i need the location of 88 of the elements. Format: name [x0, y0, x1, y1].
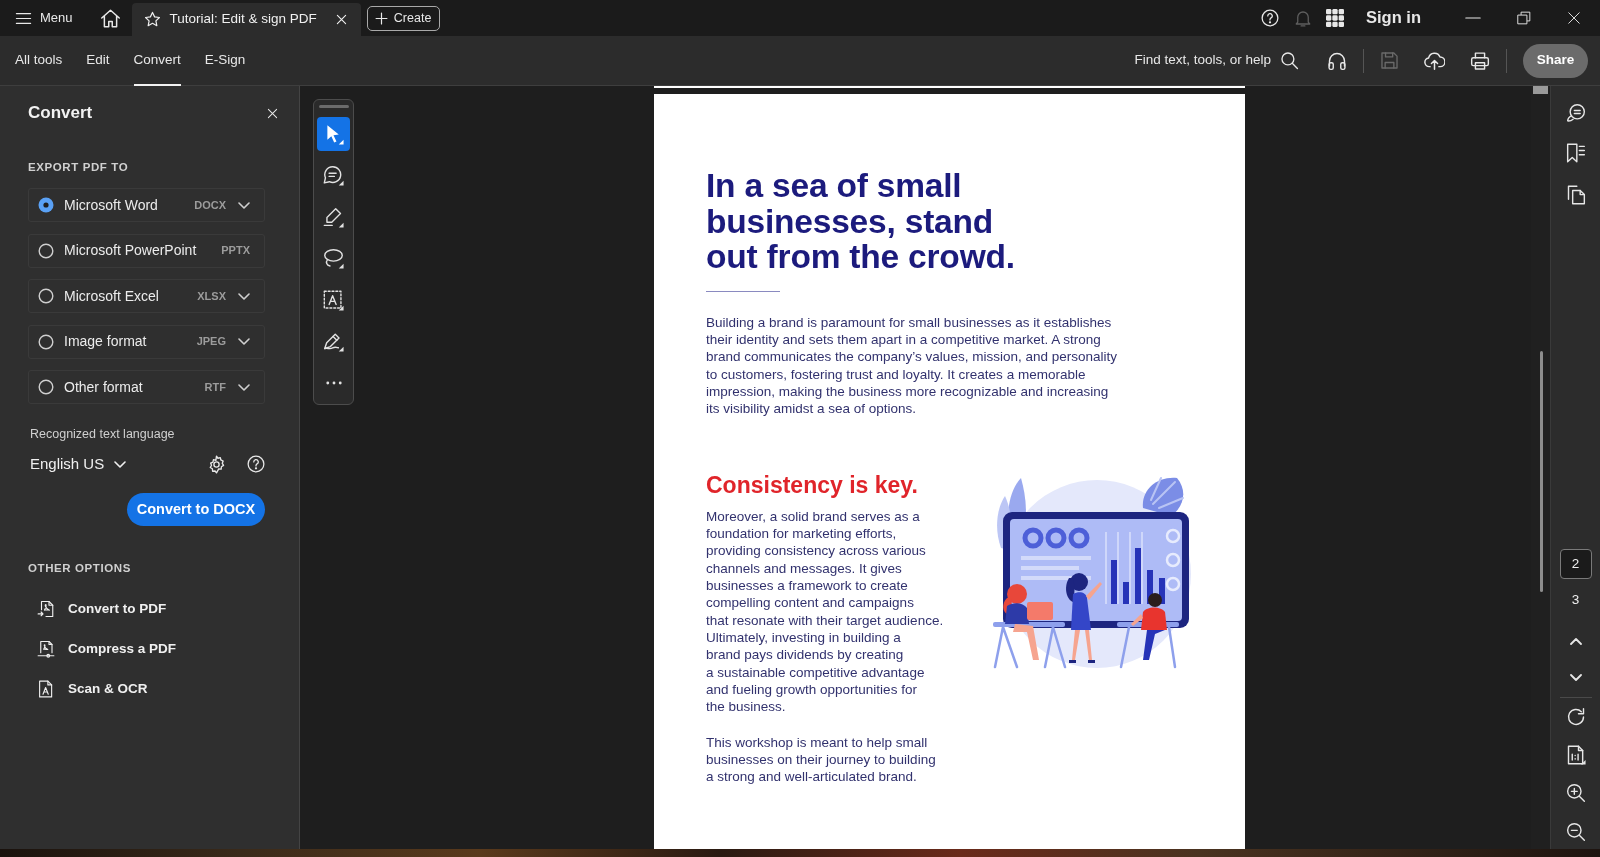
- select-tool[interactable]: [317, 117, 350, 151]
- file-extension: RTF: [204, 379, 226, 395]
- format-label: Other format: [64, 377, 143, 397]
- share-button[interactable]: Share: [1523, 43, 1588, 78]
- actual-size-icon[interactable]: [1565, 745, 1586, 765]
- section-heading: Consistency is key.: [706, 470, 919, 499]
- chevron-down-icon[interactable]: [238, 383, 250, 391]
- sign-in-button[interactable]: Sign in: [1366, 8, 1421, 28]
- chevron-down-icon[interactable]: [238, 292, 250, 300]
- rotate-icon[interactable]: [1565, 707, 1586, 727]
- format-label: Microsoft Excel: [64, 286, 159, 306]
- home-icon[interactable]: [99, 7, 121, 29]
- export-format-option[interactable]: Image format JPEG: [28, 324, 265, 359]
- field-label: Recognized text language: [30, 426, 176, 443]
- headphones-icon[interactable]: [1327, 50, 1347, 71]
- settings-icon[interactable]: [207, 454, 226, 474]
- document-tab[interactable]: Tutorial: Edit & sign PDF: [131, 3, 361, 36]
- toolbar-tab[interactable]: E-Sign: [204, 35, 246, 86]
- help-icon[interactable]: [1261, 9, 1279, 27]
- cloud-upload-icon[interactable]: [1424, 50, 1445, 71]
- export-format-option[interactable]: Other format RTF: [28, 370, 265, 404]
- option-item[interactable]: Convert to PDF: [28, 589, 278, 629]
- radio-button[interactable]: [38, 379, 54, 395]
- section-label: EXPORT PDF TO: [28, 160, 130, 175]
- chevron-down-icon: [114, 460, 127, 468]
- comment-icon: [323, 165, 344, 186]
- scrollbar-button[interactable]: [1533, 86, 1548, 94]
- radio-button[interactable]: [38, 197, 54, 213]
- export-format-option[interactable]: Microsoft PowerPoint PPTX: [28, 233, 265, 268]
- printer-icon[interactable]: [1470, 50, 1490, 71]
- toolbar-tab[interactable]: All tools: [15, 35, 63, 86]
- export-format-option[interactable]: Microsoft Word DOCX: [28, 188, 265, 222]
- file-extension: XLSX: [197, 288, 226, 304]
- page-number-button[interactable]: 2: [1559, 549, 1592, 579]
- language-dropdown[interactable]: English US: [30, 455, 127, 473]
- search-icon: [1280, 51, 1299, 70]
- help-icon[interactable]: [247, 455, 265, 473]
- scrollbar-thumb[interactable]: [1540, 351, 1543, 592]
- body-paragraph: Moreover, a solid brand serves as a foundation for marketing efforts, providing consistency across various channels and messages. It gives businesses a framework to create compelling content and campaigns that resonate with their target audience. Ultimately, investing in building a brand pays dividends by creating a sustainable competitive advantage and fueling growth opportunities for the business.: [706, 507, 945, 716]
- file-slider-icon: [37, 640, 55, 658]
- star-icon[interactable]: [143, 11, 161, 28]
- document-heading: In a sea of small businesses, stand out from the crowd.: [706, 168, 1016, 275]
- convert-button[interactable]: Convert to DOCX: [127, 493, 265, 526]
- plus-icon: [374, 11, 388, 25]
- panel-title: Convert: [28, 102, 93, 125]
- option-item[interactable]: Compress a PDF: [28, 629, 278, 669]
- pen-icon: [323, 206, 344, 228]
- zoom-in-icon[interactable]: [1565, 783, 1586, 803]
- radio-button[interactable]: [38, 333, 54, 350]
- page-number-button[interactable]: 3: [1559, 586, 1592, 614]
- body-paragraph: This workshop is meant to help small businesses on their journey to building a strong and well-articulated brand.: [706, 733, 937, 786]
- pages-icon[interactable]: [1565, 185, 1586, 205]
- format-label: Image format: [64, 332, 147, 351]
- more-icon: [325, 381, 342, 385]
- body-paragraph: Building a brand is paramount for small businesses as it establishes their identity and sets them apart in a competitive market. A strong brand communicates the company’s values, mission, and personality to customers, fostering trust and loyalty. It creates a memorable impression, making the business more recognizable and increasing its visibility amidst a sea of options.: [706, 313, 1118, 418]
- chevron-down-icon[interactable]: [238, 201, 250, 209]
- drag-handle[interactable]: [318, 105, 349, 108]
- comments-icon[interactable]: [1565, 103, 1586, 123]
- radio-button[interactable]: [38, 242, 54, 259]
- radio-button[interactable]: [38, 288, 54, 304]
- file-extension: PPTX: [221, 243, 250, 259]
- close-icon[interactable]: [335, 14, 347, 25]
- file-letter-icon: [37, 680, 55, 698]
- signature-pen-icon: [323, 331, 344, 352]
- chevron-down-icon[interactable]: [1569, 673, 1582, 681]
- create-button[interactable]: Create: [366, 5, 441, 31]
- menu-icon: [15, 10, 32, 26]
- lasso-icon: [323, 248, 344, 269]
- export-format-option[interactable]: Microsoft Excel XLSX: [28, 279, 265, 313]
- restore-icon[interactable]: [1517, 11, 1531, 25]
- zoom-out-icon[interactable]: [1565, 822, 1586, 842]
- close-icon[interactable]: [1567, 11, 1581, 25]
- bookmark-icon[interactable]: [1565, 143, 1586, 163]
- close-icon[interactable]: [267, 107, 278, 119]
- apps-grid-icon[interactable]: [1326, 9, 1344, 27]
- file-arrow-icon: [37, 600, 55, 618]
- menu-button[interactable]: Menu: [15, 10, 73, 26]
- format-label: Microsoft PowerPoint: [64, 241, 197, 260]
- search-button[interactable]: Find text, tools, or help: [1134, 51, 1299, 70]
- option-item[interactable]: Scan & OCR: [28, 669, 278, 709]
- file-extension: JPEG: [196, 334, 226, 350]
- chevron-up-icon[interactable]: [1569, 637, 1582, 645]
- toolbar-tab[interactable]: Edit: [86, 35, 110, 86]
- file-extension: DOCX: [194, 197, 226, 213]
- format-label: Microsoft Word: [64, 195, 158, 215]
- chevron-down-icon[interactable]: [238, 338, 250, 345]
- text-box-icon: [323, 289, 344, 311]
- section-label: OTHER OPTIONS: [28, 561, 132, 576]
